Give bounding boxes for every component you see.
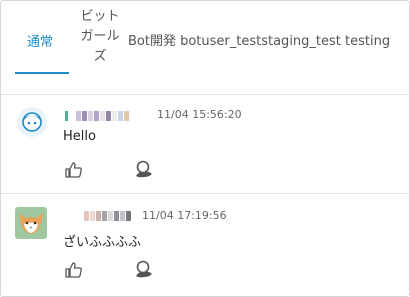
robot-face-icon[interactable] — [17, 107, 47, 137]
timeline-panel: 通常 ビット ガール ズ Bot開発 botuser_teststaging_t… — [0, 0, 410, 297]
tab-general[interactable]: 通常 — [27, 31, 53, 50]
tab-bit-girls[interactable]: ビット ガール ズ — [75, 7, 125, 67]
reaction-icon[interactable] — [134, 159, 154, 183]
like-icon[interactable] — [65, 162, 83, 182]
post-timestamp: 11/04 17:19:56 — [142, 209, 227, 222]
author-name-redacted — [65, 111, 129, 121]
post-message: Hello — [63, 129, 96, 144]
post-timestamp: 11/04 15:56:20 — [157, 108, 242, 121]
fox-avatar-icon[interactable] — [15, 207, 47, 239]
post-item: 11/04 15:56:20 Hello — [1, 95, 409, 193]
post-item: 11/04 17:19:56 ざいふふふふ — [1, 194, 409, 296]
post-message: ざいふふふふ — [63, 235, 142, 250]
tab-bot-development[interactable]: Bot開発 botuser_teststaging_test testing — [128, 30, 390, 49]
like-icon[interactable] — [65, 262, 83, 282]
reaction-icon[interactable] — [134, 259, 154, 283]
author-name-redacted — [77, 211, 131, 221]
channel-tabs: 通常 ビット ガール ズ Bot開発 botuser_teststaging_t… — [1, 1, 409, 75]
active-tab-indicator — [15, 72, 69, 74]
